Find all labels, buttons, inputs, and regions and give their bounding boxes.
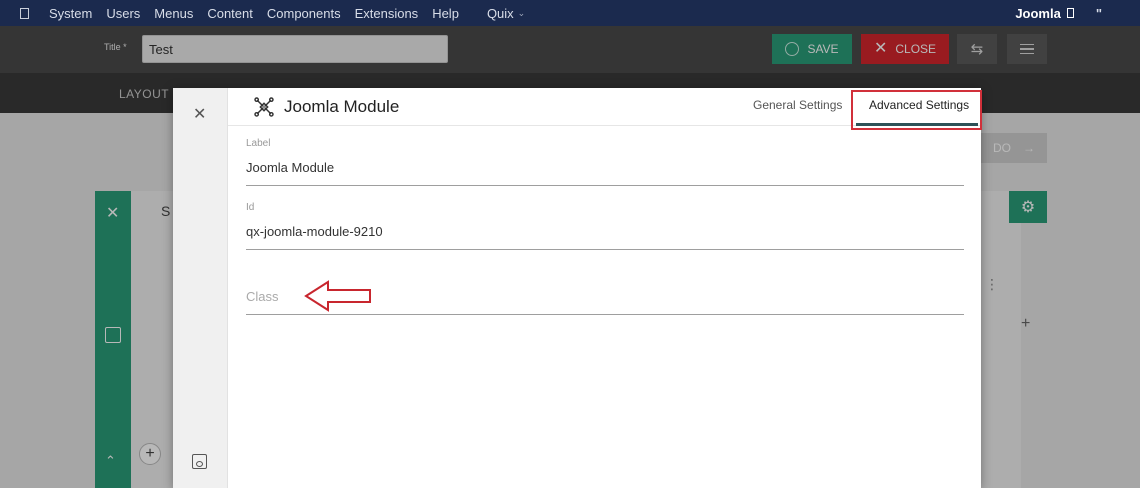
chevron-down-icon: ⌄: [517, 7, 526, 18]
label-input[interactable]: Joomla Module: [246, 160, 964, 175]
label-field: Label Joomla Module: [246, 138, 964, 186]
field-underline: [246, 314, 964, 315]
close-icon[interactable]: ✕: [193, 104, 206, 124]
id-input[interactable]: qx-joomla-module-9210: [246, 224, 964, 239]
external-link-icon: [1066, 8, 1074, 18]
modal-title: Joomla Module: [284, 97, 400, 116]
menu-users[interactable]: Users: [106, 6, 140, 21]
label-field-label: Label: [246, 138, 271, 149]
menubar-right: Joomla ": [1015, 0, 1140, 26]
menu-menus[interactable]: Menus: [154, 6, 193, 21]
field-underline: [246, 249, 964, 250]
menu-quix-label: Quix: [486, 5, 514, 21]
annotation-arrow-icon: [304, 280, 371, 312]
field-underline: [246, 185, 964, 186]
admin-menubar: System Users Menus Content Components Ex…: [0, 0, 1140, 26]
joomla-logo-icon[interactable]: [20, 7, 29, 19]
menu-components[interactable]: Components: [267, 6, 341, 21]
tab-general-settings[interactable]: General Settings: [753, 98, 842, 112]
id-field: Id qx-joomla-module-9210: [246, 202, 964, 250]
menu-extensions[interactable]: Extensions: [355, 6, 419, 21]
id-field-label: Id: [246, 202, 255, 213]
user-extra[interactable]: ": [1096, 6, 1102, 21]
element-settings-modal: ✕ Joomla Module General Settings Advance…: [173, 88, 982, 488]
save-icon[interactable]: [192, 454, 207, 469]
user-name: Joomla: [1015, 5, 1061, 21]
menu-help[interactable]: Help: [432, 6, 459, 21]
menu-quix[interactable]: Quix ⌄: [487, 6, 525, 21]
joomla-module-icon: [254, 97, 274, 117]
menu-system[interactable]: System: [49, 6, 92, 21]
modal-header: Joomla Module General Settings Advanced …: [228, 88, 982, 130]
user-menu[interactable]: Joomla: [1015, 6, 1074, 21]
annotation-highlight-box: [851, 90, 982, 130]
modal-sidebar: ✕: [173, 88, 228, 488]
menu-content[interactable]: Content: [207, 6, 253, 21]
